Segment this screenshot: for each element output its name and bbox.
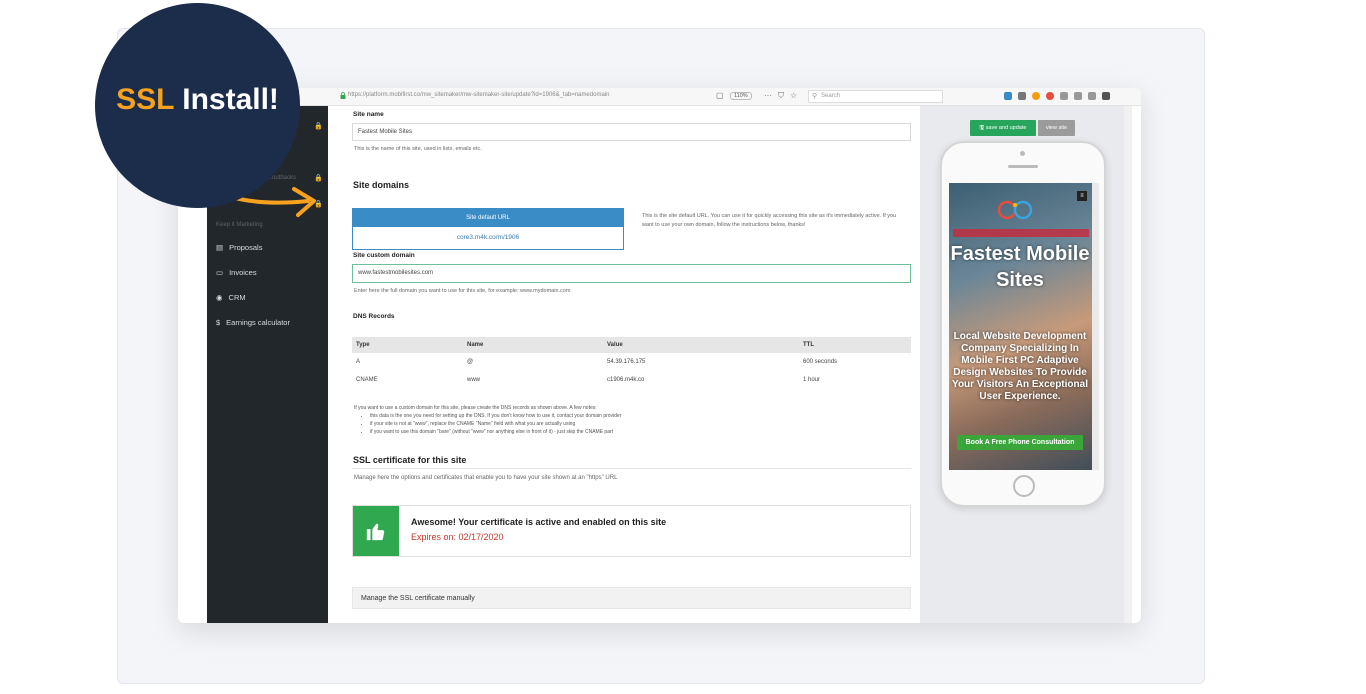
url-bar[interactable]: https://platform.mobifirst.co/mw_sitemak…: [348, 92, 609, 98]
table-row: CNAME www c1906.m4k.co 1 hour: [352, 371, 911, 389]
extension-icon[interactable]: [1088, 92, 1096, 100]
app-screenshot: https://platform.mobifirst.co/mw_sitemak…: [178, 88, 1141, 623]
preview-panel: 🖫 save and update view site ≡ Fastest Mo…: [920, 106, 1124, 623]
speaker-slot: [1008, 165, 1038, 168]
extension-icon[interactable]: [1074, 92, 1082, 100]
badge-ssl-word: SSL: [116, 83, 174, 116]
badge-install-word: Install!: [182, 83, 279, 116]
pocket-icon[interactable]: ⛉: [778, 91, 784, 101]
extension-icons: [1004, 92, 1110, 100]
table-cell: www: [467, 377, 480, 383]
hamburger-menu-icon[interactable]: ≡: [1077, 191, 1087, 201]
column-header: Type: [352, 337, 463, 353]
phone-hero-subtitle: Local Website Development Company Specia…: [952, 331, 1088, 402]
table-cell: c1906.m4k.co: [607, 377, 645, 383]
table-cell: 54.39.176.175: [607, 359, 646, 365]
phone-scrollbar[interactable]: [1092, 183, 1099, 470]
lock-icon: 🔒: [314, 123, 323, 130]
browser-search-input[interactable]: ⚲ Search: [808, 90, 943, 103]
manage-ssl-manually-toggle[interactable]: Manage the SSL certificate manually: [352, 587, 911, 609]
dns-notes-intro: If you want to use a custom domain for t…: [354, 405, 597, 411]
default-url-label: Site default URL: [353, 209, 623, 227]
certificate-status-card: Awesome! Your certificate is active and …: [352, 505, 911, 557]
list-item: this data is the one you need for settin…: [370, 412, 621, 420]
sidebar-item-earnings[interactable]: $ Earnings calculator: [216, 318, 290, 327]
sidebar-item-label: Invoices: [229, 268, 257, 277]
lock-icon: [340, 92, 346, 99]
site-logo-icon: [997, 200, 1033, 220]
column-header: TTL: [799, 337, 911, 353]
site-name-hint: This is the name of this site, used in l…: [354, 146, 482, 152]
table-cell: A: [356, 359, 361, 365]
save-and-update-button[interactable]: 🖫 save and update: [970, 120, 1036, 136]
sidebar-item-crm[interactable]: ◉ CRM: [216, 293, 246, 302]
table-header-row: Type Name Value TTL: [352, 337, 911, 353]
dollar-icon: $: [216, 318, 221, 327]
column-header: Value: [603, 337, 799, 353]
sidebar-item-label: CRM: [228, 293, 246, 302]
table-cell: @: [467, 359, 474, 365]
list-item: if you want to use this domain "bare" (w…: [370, 428, 621, 436]
certificate-status-title: Awesome! Your certificate is active and …: [411, 517, 667, 527]
search-icon: ⚲: [812, 93, 818, 100]
site-domains-title: Site domains: [353, 180, 410, 190]
default-url-link[interactable]: core3.m4k.co/m/1906: [353, 227, 623, 249]
default-url-box: Site default URL core3.m4k.co/m/1906: [352, 208, 624, 250]
page-scrollbar[interactable]: [1124, 106, 1132, 623]
main-panel: Site name Fastest Mobile Sites This is t…: [344, 106, 920, 623]
badge-text: SSL Install!: [95, 83, 300, 117]
custom-domain-hint: Enter here the full domain you want to u…: [354, 288, 571, 294]
table-cell: CNAME: [356, 377, 378, 383]
phone-mockup: ≡ Fastest Mobile Sites Local Website Dev…: [940, 141, 1106, 507]
invoice-icon: ▭: [216, 268, 224, 277]
custom-domain-input[interactable]: www.fastestmobilesites.com: [352, 264, 911, 283]
ssl-title: SSL certificate for this site: [353, 455, 467, 465]
dns-records-title: DNS Records: [353, 313, 395, 320]
ssl-install-badge: SSL Install!: [95, 3, 300, 208]
phone-cta-button[interactable]: Book A Free Phone Consultation: [957, 435, 1083, 450]
zoom-level[interactable]: 110%: [730, 92, 752, 100]
camera-dot: [1020, 151, 1025, 156]
site-name-input[interactable]: Fastest Mobile Sites: [352, 123, 911, 141]
view-site-button[interactable]: view site: [1038, 120, 1075, 136]
sidebar-item-invoices[interactable]: ▭ Invoices: [216, 268, 257, 277]
ssl-hint: Manage here the options and certificates…: [354, 475, 618, 481]
extension-icon[interactable]: [1060, 92, 1068, 100]
default-url-hint: This is the site default URL. You can us…: [642, 213, 897, 228]
site-name-label: Site name: [353, 111, 384, 118]
save-icon: 🖫: [979, 125, 985, 131]
table-cell: 600 seconds: [803, 359, 838, 365]
column-header: Name: [463, 337, 603, 353]
phone-hero-title: Fastest Mobile Sites: [950, 243, 1090, 291]
search-placeholder: Search: [821, 93, 841, 99]
phone-home-button: [1013, 475, 1035, 497]
custom-domain-label: Site custom domain: [353, 252, 415, 259]
adblock-icon[interactable]: [1046, 92, 1054, 100]
reader-icon[interactable]: ▢: [716, 91, 724, 100]
extension-icon[interactable]: [1032, 92, 1040, 100]
dns-notes: If you want to use a custom domain for t…: [354, 404, 621, 436]
dns-table: Type Name Value TTL A @ 54.39.176.175 60…: [352, 337, 911, 389]
more-icon[interactable]: ···: [764, 91, 772, 100]
thumbs-up-icon: [353, 506, 399, 556]
phone-screen-preview: ≡ Fastest Mobile Sites Local Website Dev…: [949, 183, 1099, 470]
table-row: A @ 54.39.176.175 600 seconds: [352, 353, 911, 371]
eye-icon: ◉: [216, 293, 223, 302]
list-item: if your site is not at "www", replace th…: [370, 420, 621, 428]
download-icon[interactable]: [1004, 92, 1012, 100]
bookmark-star-icon[interactable]: ☆: [790, 91, 797, 100]
table-cell: 1 hour: [803, 377, 821, 383]
save-button-label: save and update: [985, 125, 1027, 131]
phone-banner-bar: [953, 229, 1089, 237]
library-icon[interactable]: [1018, 92, 1026, 100]
certificate-expiry: Expires on: 02/17/2020: [411, 532, 504, 542]
menu-icon[interactable]: [1102, 92, 1110, 100]
divider: [352, 468, 911, 469]
sidebar-item-label: Earnings calculator: [226, 318, 290, 327]
browser-toolbar: https://platform.mobifirst.co/mw_sitemak…: [178, 88, 1141, 106]
